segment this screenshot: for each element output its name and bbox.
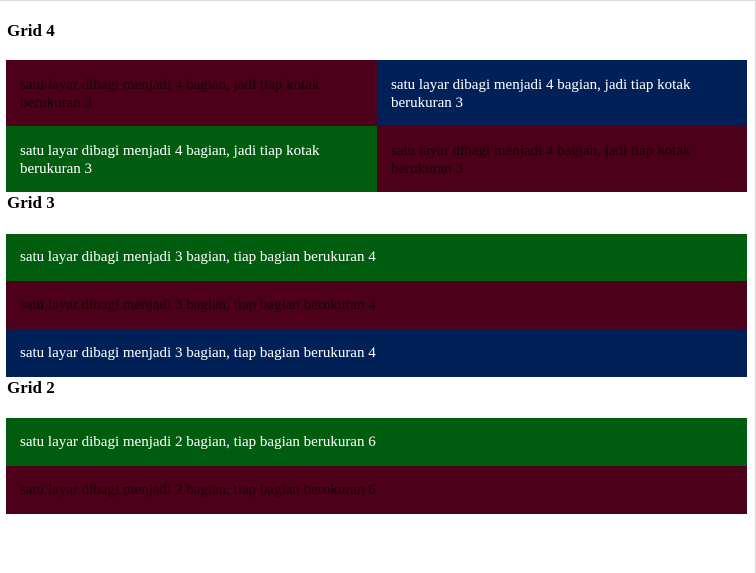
grid4-cell-4-text: satu layar dibagi menjadi 4 bagian, jadi… xyxy=(391,143,691,177)
grid4-cell-3-text: satu layar dibagi menjadi 4 bagian, jadi… xyxy=(20,143,320,177)
grid4-cell-1: satu layar dibagi menjadi 4 bagian, jadi… xyxy=(6,60,377,126)
grid2-title: Grid 2 xyxy=(7,378,55,397)
grid4-cell-1-text: satu layar dibagi menjadi 4 bagian, jadi… xyxy=(20,77,320,111)
grid4-cell-2: satu layar dibagi menjadi 4 bagian, jadi… xyxy=(377,60,747,126)
grid4-cell-2-text: satu layar dibagi menjadi 4 bagian, jadi… xyxy=(391,77,691,111)
grid4-title: Grid 4 xyxy=(7,21,55,40)
grid4-cell-4: satu layar dibagi menjadi 4 bagian, jadi… xyxy=(377,126,747,192)
top-border xyxy=(0,0,756,1)
grid2-row-2: satu layar dibagi menjadi 2 bagian, tiap… xyxy=(6,466,747,514)
grid2-row-1-text: satu layar dibagi menjadi 2 bagian, tiap… xyxy=(20,434,376,450)
grid3-row-2-text: satu layar dibagi menjadi 3 bagian, tiap… xyxy=(20,297,376,313)
grid4-cell-3: satu layar dibagi menjadi 4 bagian, jadi… xyxy=(6,126,377,192)
grid3-row-2: satu layar dibagi menjadi 3 bagian, tiap… xyxy=(6,281,747,329)
grid3-row-1-text: satu layar dibagi menjadi 3 bagian, tiap… xyxy=(20,249,376,265)
grid3-row-1: satu layar dibagi menjadi 3 bagian, tiap… xyxy=(6,234,747,281)
grid2-row-1: satu layar dibagi menjadi 2 bagian, tiap… xyxy=(6,418,747,466)
grid2-row-2-text: satu layar dibagi menjadi 2 bagian, tiap… xyxy=(20,482,376,498)
grid3-row-3: satu layar dibagi menjadi 3 bagian, tiap… xyxy=(6,329,747,377)
grid3-title: Grid 3 xyxy=(7,193,55,212)
grid3-row-3-text: satu layar dibagi menjadi 3 bagian, tiap… xyxy=(20,345,376,361)
